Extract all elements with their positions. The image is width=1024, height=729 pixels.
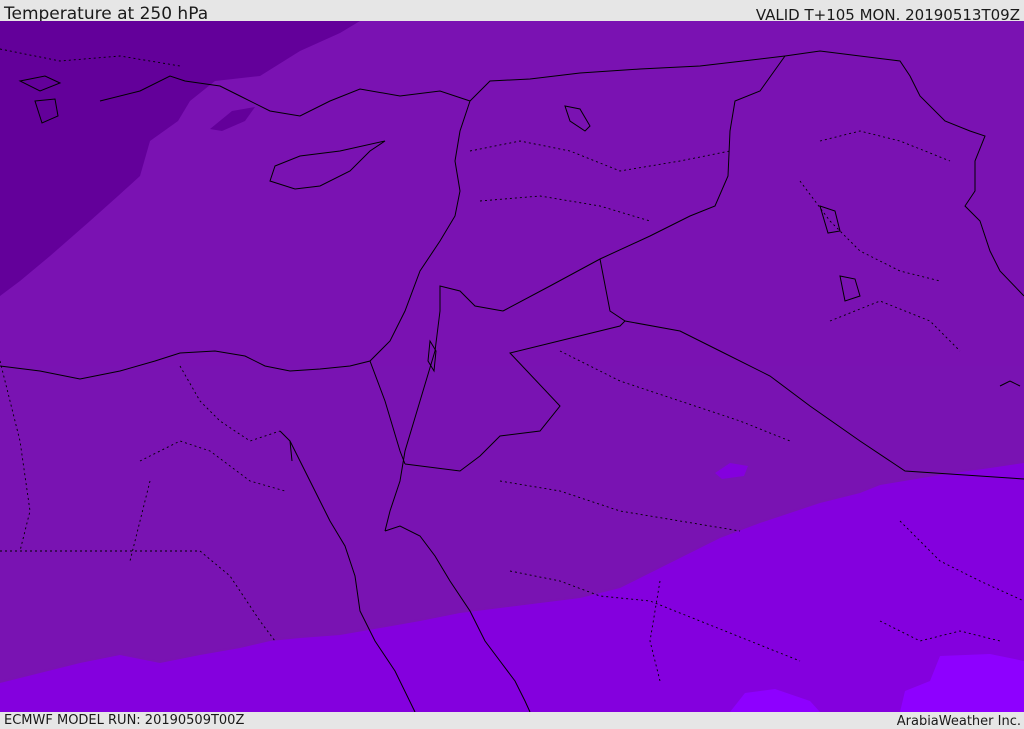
map-frame: Temperature at 250 hPa VALID T+105 MON. …: [0, 0, 1024, 729]
footer-bar: ECMWF MODEL RUN: 20190509T00Z ArabiaWeat…: [0, 712, 1024, 729]
weather-map[interactable]: [0, 21, 1024, 712]
credit-label: ArabiaWeather Inc.: [896, 714, 1021, 729]
map-canvas: [0, 21, 1024, 712]
model-run-label: ECMWF MODEL RUN: 20190509T00Z: [4, 713, 245, 728]
header-bar: Temperature at 250 hPa VALID T+105 MON. …: [0, 0, 1024, 24]
